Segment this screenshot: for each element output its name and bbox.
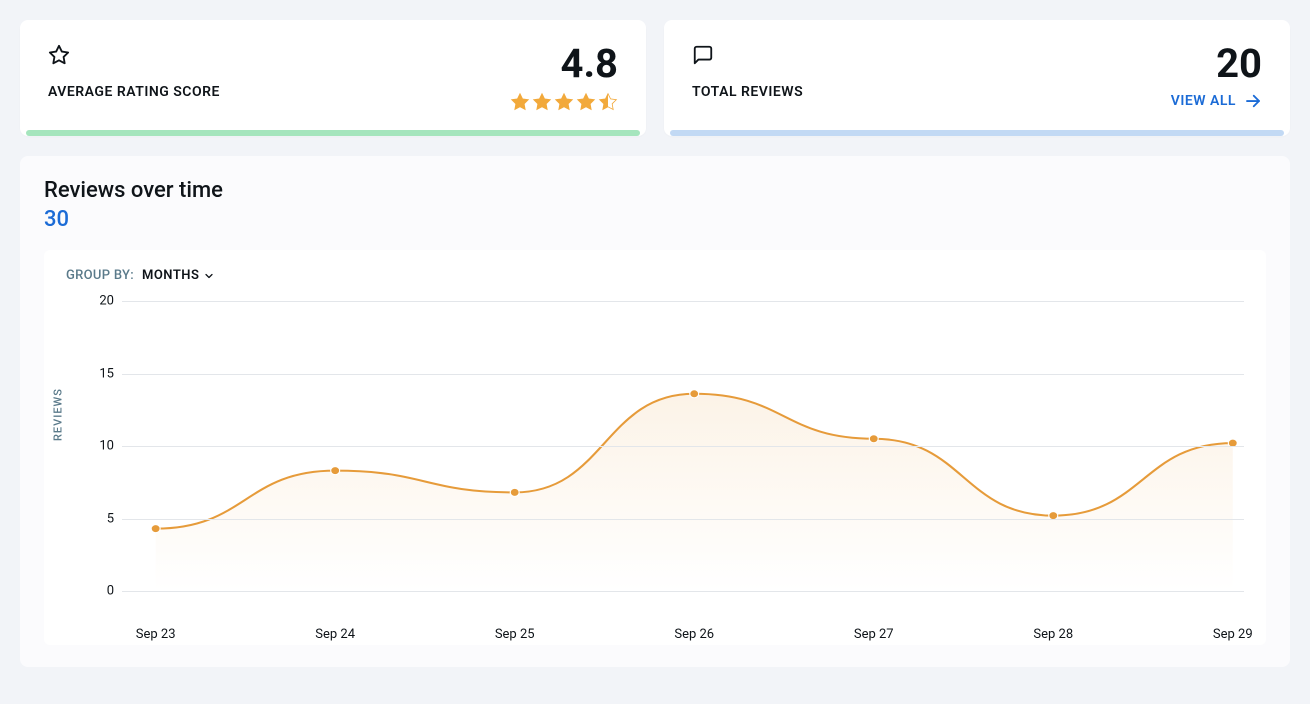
section-count: 30 xyxy=(44,207,1266,232)
star-outline-icon xyxy=(48,44,70,66)
group-by-value-text: MONTHS xyxy=(142,268,199,283)
chat-icon xyxy=(692,44,714,66)
star-icon xyxy=(576,92,596,112)
grid-line xyxy=(122,374,1244,375)
card-underline xyxy=(670,130,1284,136)
total-reviews-value: 20 xyxy=(1216,44,1262,84)
chart-container: GROUP BY: MONTHS REVIEWS 0 5 10 15 20 Sep 23… xyxy=(44,250,1266,645)
x-tick: Sep 25 xyxy=(495,627,535,642)
star-icon xyxy=(598,92,618,112)
view-all-label: VIEW ALL xyxy=(1171,93,1236,109)
rating-value: 4.8 xyxy=(561,44,619,84)
card-label-rating: AVERAGE RATING SCORE xyxy=(48,84,220,100)
section-title: Reviews over time xyxy=(44,178,1266,203)
star-icon xyxy=(532,92,552,112)
grid-line xyxy=(122,301,1244,302)
star-icon xyxy=(554,92,574,112)
group-by-dropdown[interactable]: MONTHS xyxy=(142,268,215,283)
group-by-label: GROUP BY: xyxy=(66,268,134,283)
chart-area: REVIEWS 05101520 Sep 23Sep 24Sep 25Sep 2… xyxy=(66,301,1244,621)
x-tick: Sep 29 xyxy=(1213,627,1253,642)
x-tick: Sep 23 xyxy=(136,627,176,642)
view-all-link[interactable]: VIEW ALL xyxy=(1171,92,1262,110)
x-tick: Sep 26 xyxy=(674,627,714,642)
star-icon xyxy=(510,92,530,112)
grid-line xyxy=(122,519,1244,520)
grid-line xyxy=(122,446,1244,447)
data-point[interactable] xyxy=(331,467,340,475)
data-point[interactable] xyxy=(510,488,519,496)
data-point[interactable] xyxy=(869,435,878,443)
y-tick: 0 xyxy=(107,584,114,599)
card-average-rating: AVERAGE RATING SCORE 4.8 xyxy=(20,20,646,136)
y-tick: 10 xyxy=(99,439,114,454)
grid-line xyxy=(122,591,1244,592)
y-axis-label: REVIEWS xyxy=(52,388,65,441)
chevron-down-icon xyxy=(203,270,215,282)
x-tick: Sep 27 xyxy=(854,627,894,642)
x-tick: Sep 28 xyxy=(1033,627,1073,642)
data-point[interactable] xyxy=(690,390,699,398)
arrow-right-icon xyxy=(1244,92,1262,110)
y-tick: 20 xyxy=(99,294,114,309)
card-label-total: TOTAL REVIEWS xyxy=(692,84,803,100)
y-tick: 5 xyxy=(107,511,114,526)
y-tick: 15 xyxy=(99,366,114,381)
reviews-over-time-section: Reviews over time 30 GROUP BY: MONTHS RE… xyxy=(20,156,1290,667)
card-underline xyxy=(26,130,640,136)
card-total-reviews: TOTAL REVIEWS 20 VIEW ALL xyxy=(664,20,1290,136)
x-tick: Sep 24 xyxy=(315,627,355,642)
rating-stars xyxy=(510,92,618,112)
data-point[interactable] xyxy=(151,525,160,533)
